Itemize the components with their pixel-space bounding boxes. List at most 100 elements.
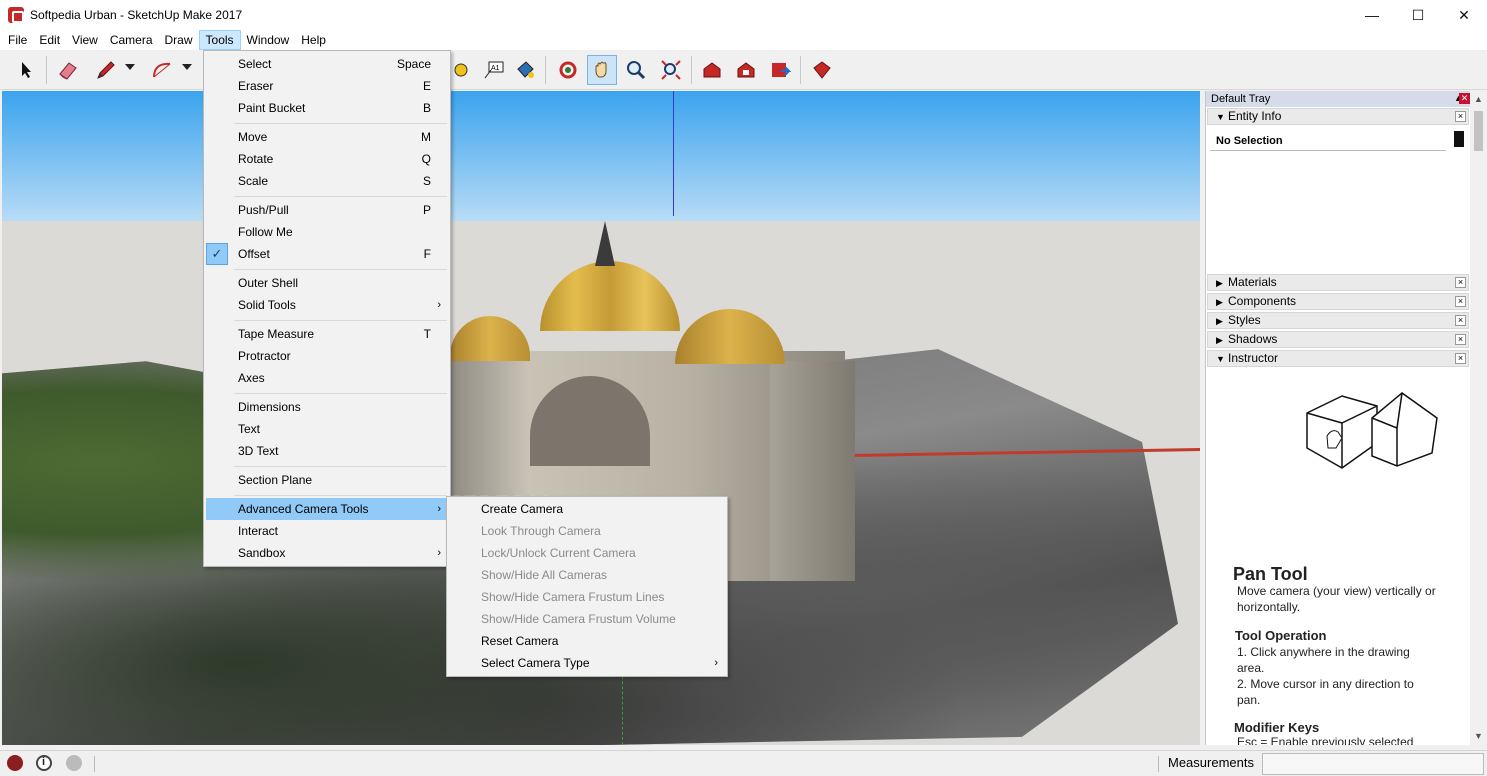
panel-close-button[interactable]: ×: [1455, 111, 1466, 122]
menu-item-show-hide-frustum-lines[interactable]: Show/Hide Camera Frustum Lines: [449, 586, 726, 608]
menu-item-axes[interactable]: Axes: [206, 367, 449, 389]
maximize-button[interactable]: ☐: [1395, 0, 1441, 30]
menu-item-solid-tools[interactable]: Solid Tools ›: [206, 294, 449, 316]
close-button[interactable]: ✕: [1441, 0, 1487, 30]
menu-item-push-pull[interactable]: Push/Pull P: [206, 199, 449, 221]
panel-close-button[interactable]: ×: [1455, 334, 1466, 345]
menu-item-create-camera[interactable]: Create Camera: [449, 498, 726, 520]
arc-icon[interactable]: [147, 55, 177, 85]
menu-item-rotate[interactable]: Rotate Q: [206, 148, 449, 170]
submenu-arrow-icon: ›: [714, 657, 718, 669]
panel-shadows[interactable]: ▶ Shadows ×: [1207, 331, 1469, 348]
eraser-icon[interactable]: [53, 55, 83, 85]
menu-item-advanced-camera-tools[interactable]: Advanced Camera Tools ›: [206, 498, 449, 520]
modifier-key-item: Esc = Enable previously selected: [1237, 735, 1414, 745]
share-model-icon[interactable]: [731, 55, 761, 85]
panel-close-button[interactable]: ×: [1455, 353, 1466, 364]
measurements-label: Measurements: [1168, 755, 1254, 770]
panel-styles[interactable]: ▶ Styles ×: [1207, 312, 1469, 329]
instructor-title: Pan Tool: [1233, 564, 1308, 584]
arc-dropdown-icon[interactable]: [182, 64, 192, 70]
menu-item-text[interactable]: Text: [206, 418, 449, 440]
info-icon[interactable]: [36, 755, 52, 771]
text-tool-icon[interactable]: A1: [479, 55, 509, 85]
selection-label: No Selection: [1210, 131, 1446, 151]
menu-item-offset[interactable]: ✓ Offset F: [206, 243, 449, 265]
menu-item-follow-me[interactable]: Follow Me: [206, 221, 449, 243]
paint-bucket-icon[interactable]: [510, 55, 540, 85]
user-icon[interactable]: [66, 755, 82, 771]
geolocation-icon[interactable]: [7, 755, 23, 771]
panel-close-button[interactable]: ×: [1455, 296, 1466, 307]
pan-illustration-icon: [1306, 392, 1438, 469]
menu-file[interactable]: File: [2, 30, 33, 50]
menu-item-outer-shell[interactable]: Outer Shell: [206, 272, 449, 294]
measurements-input[interactable]: [1262, 753, 1484, 775]
upload-component-icon[interactable]: [765, 55, 795, 85]
extension-warehouse-icon[interactable]: [807, 55, 837, 85]
tray-scrollbar[interactable]: ▲ ▼: [1470, 91, 1487, 745]
menu-item-show-hide-all-cameras[interactable]: Show/Hide All Cameras: [449, 564, 726, 586]
menu-item-sandbox[interactable]: Sandbox ›: [206, 542, 449, 564]
menu-item-interact[interactable]: Interact: [206, 520, 449, 542]
menu-item-move[interactable]: Move M: [206, 126, 449, 148]
menu-view[interactable]: View: [66, 30, 104, 50]
zoom-extents-icon[interactable]: [656, 55, 686, 85]
menu-help[interactable]: Help: [295, 30, 332, 50]
menu-item-select-camera-type[interactable]: Select Camera Type ›: [449, 652, 726, 674]
menu-item-section-plane[interactable]: Section Plane: [206, 469, 449, 491]
warehouse-icon[interactable]: [697, 55, 727, 85]
expanded-arrow-icon: ▼: [1216, 354, 1225, 364]
menu-item-dimensions[interactable]: Dimensions: [206, 396, 449, 418]
menu-item-protractor[interactable]: Protractor: [206, 345, 449, 367]
modifier-keys-heading: Modifier Keys: [1234, 720, 1320, 735]
tool-operation-heading: Tool Operation: [1235, 628, 1327, 643]
menu-item-tape-measure[interactable]: Tape Measure T: [206, 323, 449, 345]
menu-draw[interactable]: Draw: [159, 30, 199, 50]
zoom-icon[interactable]: [621, 55, 651, 85]
svg-text:A1: A1: [491, 65, 500, 72]
panel-close-button[interactable]: ×: [1455, 315, 1466, 326]
menu-item-select[interactable]: Select Space: [206, 53, 449, 75]
menu-item-paint-bucket[interactable]: Paint Bucket B: [206, 97, 449, 119]
menu-item-eraser[interactable]: Eraser E: [206, 75, 449, 97]
menu-tools[interactable]: Tools: [198, 30, 241, 50]
collapsed-arrow-icon: ▶: [1216, 297, 1223, 307]
menu-item-reset-camera[interactable]: Reset Camera: [449, 630, 726, 652]
menu-item-lock-unlock-camera[interactable]: Lock/Unlock Current Camera: [449, 542, 726, 564]
title-bar: Softpedia Urban - SketchUp Make 2017 — ☐…: [0, 0, 1487, 30]
sketchup-logo-icon: [8, 7, 24, 23]
menu-item-show-hide-frustum-volume[interactable]: Show/Hide Camera Frustum Volume: [449, 608, 726, 630]
tray-close-button[interactable]: ✕: [1459, 93, 1470, 104]
tray-title: Default Tray: [1206, 91, 1471, 107]
pencil-icon[interactable]: [91, 55, 121, 85]
instructor-step: 1. Click anywhere in the drawing area.: [1237, 645, 1410, 675]
menu-edit[interactable]: Edit: [33, 30, 66, 50]
menu-item-look-through-camera[interactable]: Look Through Camera: [449, 520, 726, 542]
menu-item-scale[interactable]: Scale S: [206, 170, 449, 192]
scroll-down-icon[interactable]: ▼: [1470, 728, 1487, 745]
menu-item-3d-text[interactable]: 3D Text: [206, 440, 449, 462]
panel-close-button[interactable]: ×: [1455, 277, 1466, 288]
pencil-dropdown-icon[interactable]: [125, 64, 135, 70]
advanced-camera-submenu: Create Camera Look Through Camera Lock/U…: [446, 496, 728, 677]
minimize-button[interactable]: —: [1349, 0, 1395, 30]
status-bar: Measurements: [0, 750, 1487, 776]
panel-materials[interactable]: ▶ Materials ×: [1207, 274, 1469, 291]
scroll-thumb[interactable]: [1474, 111, 1483, 151]
submenu-arrow-icon: ›: [437, 547, 441, 559]
select-arrow-icon[interactable]: [12, 55, 42, 85]
entity-toggle-icon[interactable]: [1454, 131, 1464, 147]
menu-camera[interactable]: Camera: [104, 30, 159, 50]
expanded-arrow-icon: ▼: [1216, 112, 1225, 122]
scroll-up-icon[interactable]: ▲: [1470, 91, 1487, 108]
orbit-icon[interactable]: [553, 55, 583, 85]
panel-entity-info[interactable]: ▼ Entity Info ×: [1207, 108, 1469, 125]
panel-components[interactable]: ▶ Components ×: [1207, 293, 1469, 310]
submenu-arrow-icon: ›: [437, 299, 441, 311]
collapsed-arrow-icon: ▶: [1216, 316, 1223, 326]
panel-instructor[interactable]: ▼ Instructor ×: [1207, 350, 1469, 367]
pan-icon[interactable]: [587, 55, 617, 85]
menu-window[interactable]: Window: [241, 30, 296, 50]
entity-info-body: No Selection: [1207, 127, 1469, 277]
